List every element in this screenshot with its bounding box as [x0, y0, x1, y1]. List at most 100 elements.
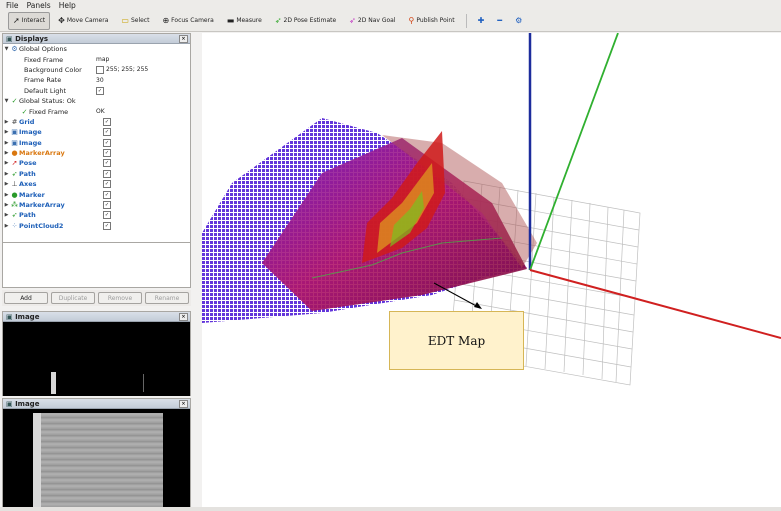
grid-icon: #	[11, 117, 18, 126]
select-tool[interactable]: ▭ Select	[116, 12, 154, 30]
default-light-label: Default Light	[24, 86, 67, 95]
expand-icon[interactable]: ▶	[3, 212, 10, 218]
display-item-label: Axes	[19, 180, 37, 189]
color-swatch[interactable]	[96, 65, 104, 74]
expand-icon[interactable]: ▶	[3, 202, 10, 208]
background-color-value[interactable]: 255; 255; 255	[106, 66, 148, 73]
measure-tool[interactable]: ▬ Measure	[222, 12, 267, 30]
display-item-marker[interactable]: ▶ ● Marker ✓	[3, 189, 190, 199]
menu-file[interactable]: File	[6, 1, 19, 10]
display-item-path[interactable]: ▶ ➶ Path ✓	[3, 169, 190, 179]
menu-panels[interactable]: Panels	[27, 1, 51, 10]
camera-image-edge	[33, 413, 41, 507]
fixed-frame-status-row[interactable]: ✓ Fixed Frame OK	[3, 106, 190, 116]
rename-button[interactable]: Rename	[145, 292, 189, 304]
image-icon: ▣	[11, 128, 18, 137]
add-button[interactable]: Add	[4, 292, 48, 304]
remove-button[interactable]: Remove	[98, 292, 142, 304]
global-options-row[interactable]: ▼ ⚙ Global Options	[3, 44, 190, 54]
path-icon: ➶	[11, 211, 18, 220]
display-checkbox[interactable]: ✓	[103, 117, 111, 126]
fixed-frame-row[interactable]: Fixed Frame map	[3, 54, 190, 64]
display-item-markerarray[interactable]: ▶ ● MarkerArray ✓	[3, 148, 190, 158]
tool-properties-button[interactable]: ⚙	[510, 12, 527, 30]
cursor-icon: ➚	[13, 15, 20, 25]
expand-icon[interactable]: ▶	[3, 129, 10, 135]
point-cloud-icon: ⁘	[11, 221, 18, 230]
display-checkbox[interactable]: ✓	[103, 128, 111, 137]
duplicate-button[interactable]: Duplicate	[51, 292, 95, 304]
expand-icon[interactable]: ▶	[3, 119, 10, 125]
display-checkbox[interactable]: ✓	[103, 190, 111, 199]
display-checkbox[interactable]: ✓	[103, 211, 111, 220]
marker-array-icon: ●	[11, 149, 18, 158]
axes-icon: ⊥	[11, 180, 18, 189]
depth-image-view	[3, 322, 190, 396]
3d-view[interactable]	[202, 33, 781, 507]
display-checkbox[interactable]: ✓	[103, 149, 111, 158]
ruler-icon: ▬	[226, 15, 235, 25]
displays-tree: ▼ ⚙ Global Options Fixed Frame map Backgrou…	[3, 44, 190, 231]
gear-icon: ⚙	[515, 15, 523, 25]
expand-icon[interactable]: ▶	[3, 171, 10, 177]
display-item-pose[interactable]: ▶ ➚ Pose ✓	[3, 158, 190, 168]
display-item-markerarray-2[interactable]: ▶ ⁂ MarkerArray ✓	[3, 200, 190, 210]
display-item-label: Path	[19, 169, 36, 178]
expand-icon[interactable]: ▶	[3, 150, 10, 156]
display-item-path-2[interactable]: ▶ ➶ Path ✓	[3, 210, 190, 220]
display-item-image[interactable]: ▶ ▣ Image ✓	[3, 138, 190, 148]
focus-camera-label: Focus Camera	[171, 17, 214, 24]
point-cloud	[202, 118, 537, 323]
image-panel-title: ▣ Image ×	[3, 399, 190, 409]
display-item-axes[interactable]: ▶ ⊥ Axes ✓	[3, 179, 190, 189]
display-checkbox[interactable]: ✓	[103, 180, 111, 189]
expand-icon[interactable]: ▶	[3, 160, 10, 166]
image-panel-1: ▣ Image ×	[2, 311, 191, 396]
move-camera-tool[interactable]: ✥ Move Camera	[53, 12, 113, 30]
display-checkbox[interactable]: ✓	[103, 221, 111, 230]
expand-icon[interactable]: ▼	[3, 46, 10, 52]
expand-icon[interactable]: ▶	[3, 223, 10, 229]
display-item-grid[interactable]: ▶ # Grid ✓	[3, 117, 190, 127]
close-icon[interactable]: ×	[179, 35, 188, 43]
background-color-row[interactable]: Background Color 255; 255; 255	[3, 65, 190, 75]
background-color-label: Background Color	[24, 65, 82, 74]
expand-icon[interactable]: ▼	[3, 98, 10, 104]
fixed-frame-value[interactable]: map	[96, 56, 109, 63]
3d-scene[interactable]	[202, 33, 781, 507]
publish-point-tool[interactable]: ⚲ Publish Point	[404, 12, 460, 30]
expand-icon[interactable]: ▶	[3, 140, 10, 146]
display-checkbox[interactable]: ✓	[103, 201, 111, 210]
display-checkbox[interactable]: ✓	[103, 138, 111, 147]
display-item-image[interactable]: ▶ ▣ Image ✓	[3, 127, 190, 137]
depth-image-bar	[51, 372, 56, 394]
display-item-pointcloud2[interactable]: ▶ ⁘ PointCloud2 ✓	[3, 221, 190, 231]
add-tool-button[interactable]: ✚	[473, 12, 490, 30]
nav-goal-label: 2D Nav Goal	[357, 17, 396, 24]
image-panel-2: ▣ Image ×	[2, 398, 191, 507]
display-checkbox[interactable]: ✓	[103, 159, 111, 168]
expand-icon[interactable]: ▶	[3, 181, 10, 187]
pose-estimate-tool[interactable]: ➶ 2D Pose Estimate	[270, 12, 341, 30]
camera-image-view	[3, 409, 190, 507]
remove-tool-button[interactable]: ━	[492, 12, 507, 30]
pose-estimate-label: 2D Pose Estimate	[283, 17, 337, 24]
close-icon[interactable]: ×	[179, 400, 188, 408]
menu-help[interactable]: Help	[59, 1, 76, 10]
image-icon: ▣	[11, 138, 18, 147]
close-icon[interactable]: ×	[179, 313, 188, 321]
interact-tool[interactable]: ➚ Interact	[8, 11, 51, 30]
display-checkbox[interactable]: ✓	[103, 169, 111, 178]
frame-rate-row[interactable]: Frame Rate 30	[3, 75, 190, 85]
default-light-row[interactable]: Default Light ✓	[3, 86, 190, 96]
global-status-row[interactable]: ▼ ✓ Global Status: Ok	[3, 96, 190, 106]
globe-icon: ⚙	[11, 45, 18, 54]
global-status-label: Global Status: Ok	[19, 97, 76, 106]
frame-rate-value[interactable]: 30	[96, 77, 104, 84]
expand-icon[interactable]: ▶	[3, 192, 10, 198]
marker-icon: ●	[11, 190, 18, 199]
focus-camera-tool[interactable]: ⊕ Focus Camera	[157, 12, 218, 30]
plus-icon: ✚	[477, 15, 485, 25]
default-light-checkbox[interactable]: ✓	[96, 86, 104, 95]
nav-goal-tool[interactable]: ➶ 2D Nav Goal	[344, 12, 400, 30]
